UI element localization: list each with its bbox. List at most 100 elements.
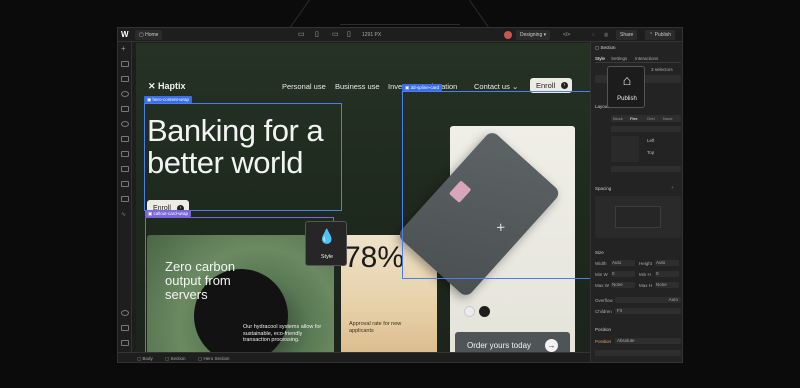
chevron-down-icon: ⌄ [511, 82, 519, 91]
size-grid: Width Auto Height Auto Min W 0 Min H 0 M… [595, 260, 681, 292]
tab-style[interactable]: Style [595, 56, 605, 61]
stat-value: 78% [344, 241, 405, 274]
gap-field[interactable] [611, 166, 681, 172]
align-top[interactable]: Top [647, 150, 654, 155]
publish-popover-label: Publish [617, 96, 637, 102]
publish-button[interactable]: ⌃ Publish [645, 30, 675, 40]
position-label: Position [595, 339, 612, 344]
direction-toggle[interactable] [611, 126, 681, 132]
share-button[interactable]: Share [616, 30, 638, 40]
pages-icon[interactable] [121, 61, 129, 67]
selection-tag-spline[interactable]: ▣ 3d-spline-card [402, 84, 443, 91]
spacing-box[interactable] [595, 196, 681, 238]
min-width-field[interactable]: 0 [611, 271, 635, 277]
users-icon[interactable] [121, 181, 129, 187]
analytics-icon[interactable]: ∿ [121, 211, 129, 218]
mode-dropdown[interactable]: Designing ▾ [516, 30, 551, 40]
arrow-right-icon: › [561, 82, 568, 89]
video-icon[interactable] [121, 340, 129, 346]
order-button[interactable]: Order yours today → [455, 332, 570, 352]
height-label: Height [639, 261, 653, 266]
designer-window: W ▢ Home ▭ ▯ ▭ ▯ 1291 PX Designing ▾ </>… [117, 27, 683, 363]
align-grid[interactable] [611, 136, 639, 162]
breadcrumb-hero-section[interactable]: ▢ Hero Section [198, 356, 230, 362]
position-field[interactable]: Absolute [615, 338, 681, 344]
components-icon[interactable] [121, 91, 129, 97]
tablet-breakpoint-icon[interactable]: ▯ [315, 30, 319, 38]
align-left[interactable]: Left [647, 138, 655, 143]
audit-icon[interactable]: ◎ [604, 32, 608, 38]
logic-icon[interactable] [121, 196, 129, 202]
navigator-icon[interactable] [121, 76, 129, 82]
width-field[interactable]: Auto [611, 260, 635, 266]
publish-popover[interactable]: ⌂ Publish [607, 66, 645, 108]
desktop-breakpoint-icon[interactable]: ▭ [298, 30, 305, 38]
selection-tag-hero[interactable]: ▣ hero-content-wrap [144, 96, 193, 103]
section-panel-title: ▢ Section [595, 45, 616, 50]
avatar[interactable] [504, 31, 512, 39]
display-toggle[interactable]: Block Flex Grid None [611, 115, 681, 122]
position-controls[interactable] [595, 350, 681, 356]
add-icon[interactable]: + [121, 45, 129, 53]
overflow-label: Overflow [595, 298, 613, 303]
width-label: Width [595, 261, 607, 266]
home-button[interactable]: ▢ Home [135, 30, 163, 40]
style-widget[interactable]: 💧 Style [305, 221, 347, 266]
breadcrumb-section[interactable]: ▢ Section [165, 356, 186, 362]
tab-settings[interactable]: Settings [611, 56, 627, 61]
color-swatch-light[interactable] [464, 306, 475, 317]
decorative-line [340, 24, 460, 25]
display-none[interactable]: None [663, 116, 673, 121]
children-label: Children [595, 309, 612, 314]
cms-icon[interactable] [121, 151, 129, 157]
mobile-portrait-icon[interactable]: ▯ [347, 30, 351, 38]
min-height-field[interactable]: 0 [655, 271, 679, 277]
selection-hero [144, 103, 342, 211]
top-toolbar: W ▢ Home ▭ ▯ ▭ ▯ 1291 PX Designing ▾ </>… [118, 28, 682, 42]
panel-tabs: Style Settings Interactions [595, 55, 681, 63]
display-flex[interactable]: Flex [630, 116, 638, 121]
settings-gear-icon[interactable] [121, 310, 129, 316]
spacing-section-label: Spacing [595, 186, 612, 191]
webflow-logo-icon[interactable]: W [121, 30, 129, 39]
selector-note: 3 selectors [651, 67, 673, 72]
ecommerce-icon[interactable] [121, 166, 129, 172]
selection-tag-callout[interactable]: ▣ callout-card-wrap [145, 210, 192, 217]
help-icon[interactable] [121, 325, 129, 331]
styles-icon[interactable] [121, 121, 129, 127]
min-width-label: Min W [595, 272, 608, 277]
display-block[interactable]: Block [613, 116, 623, 121]
assets-icon[interactable] [121, 136, 129, 142]
tab-interactions[interactable]: Interactions [635, 56, 658, 61]
nav-contact[interactable]: Contact us ⌄ [474, 82, 518, 91]
position-section-label: Position [595, 327, 612, 332]
nav-personal[interactable]: Personal use [282, 82, 326, 91]
size-section-label: Size [595, 250, 604, 255]
resolution-readout: 1291 PX [362, 32, 382, 38]
breadcrumb-body[interactable]: ▢ Body [137, 356, 153, 362]
design-canvas[interactable]: ✕ Haptix Personal use Business use Inves… [136, 43, 602, 352]
stat-caption: Approval rate for new applicants [349, 321, 402, 334]
mobile-landscape-icon[interactable]: ▭ [332, 30, 339, 38]
code-icon[interactable]: </> [563, 32, 570, 38]
color-swatch-dark[interactable] [479, 306, 490, 317]
max-width-field[interactable]: None [611, 282, 635, 288]
display-grid[interactable]: Grid [647, 116, 655, 121]
droplets-icon: 💧 [318, 228, 336, 244]
max-height-field[interactable]: None [655, 282, 679, 288]
max-height-label: Max H [639, 283, 653, 288]
app-stage: W ▢ Home ▭ ▯ ▭ ▯ 1291 PX Designing ▾ </>… [0, 0, 800, 388]
height-field[interactable]: Auto [655, 260, 679, 266]
comments-icon[interactable]: ◌ [592, 32, 595, 38]
padding-box[interactable] [615, 206, 661, 228]
selection-spline [402, 91, 600, 279]
style-widget-label: Style [320, 254, 334, 260]
max-width-label: Max W [595, 283, 609, 288]
nav-business[interactable]: Business use [335, 82, 380, 91]
overflow-field[interactable]: Auto [615, 297, 681, 303]
variables-icon[interactable] [121, 106, 129, 112]
children-field[interactable]: Fit [615, 308, 681, 314]
haptix-logo[interactable]: ✕ Haptix [148, 81, 186, 92]
add-icon[interactable]: + [671, 185, 674, 190]
rocket-icon: ⌂ [622, 72, 632, 88]
